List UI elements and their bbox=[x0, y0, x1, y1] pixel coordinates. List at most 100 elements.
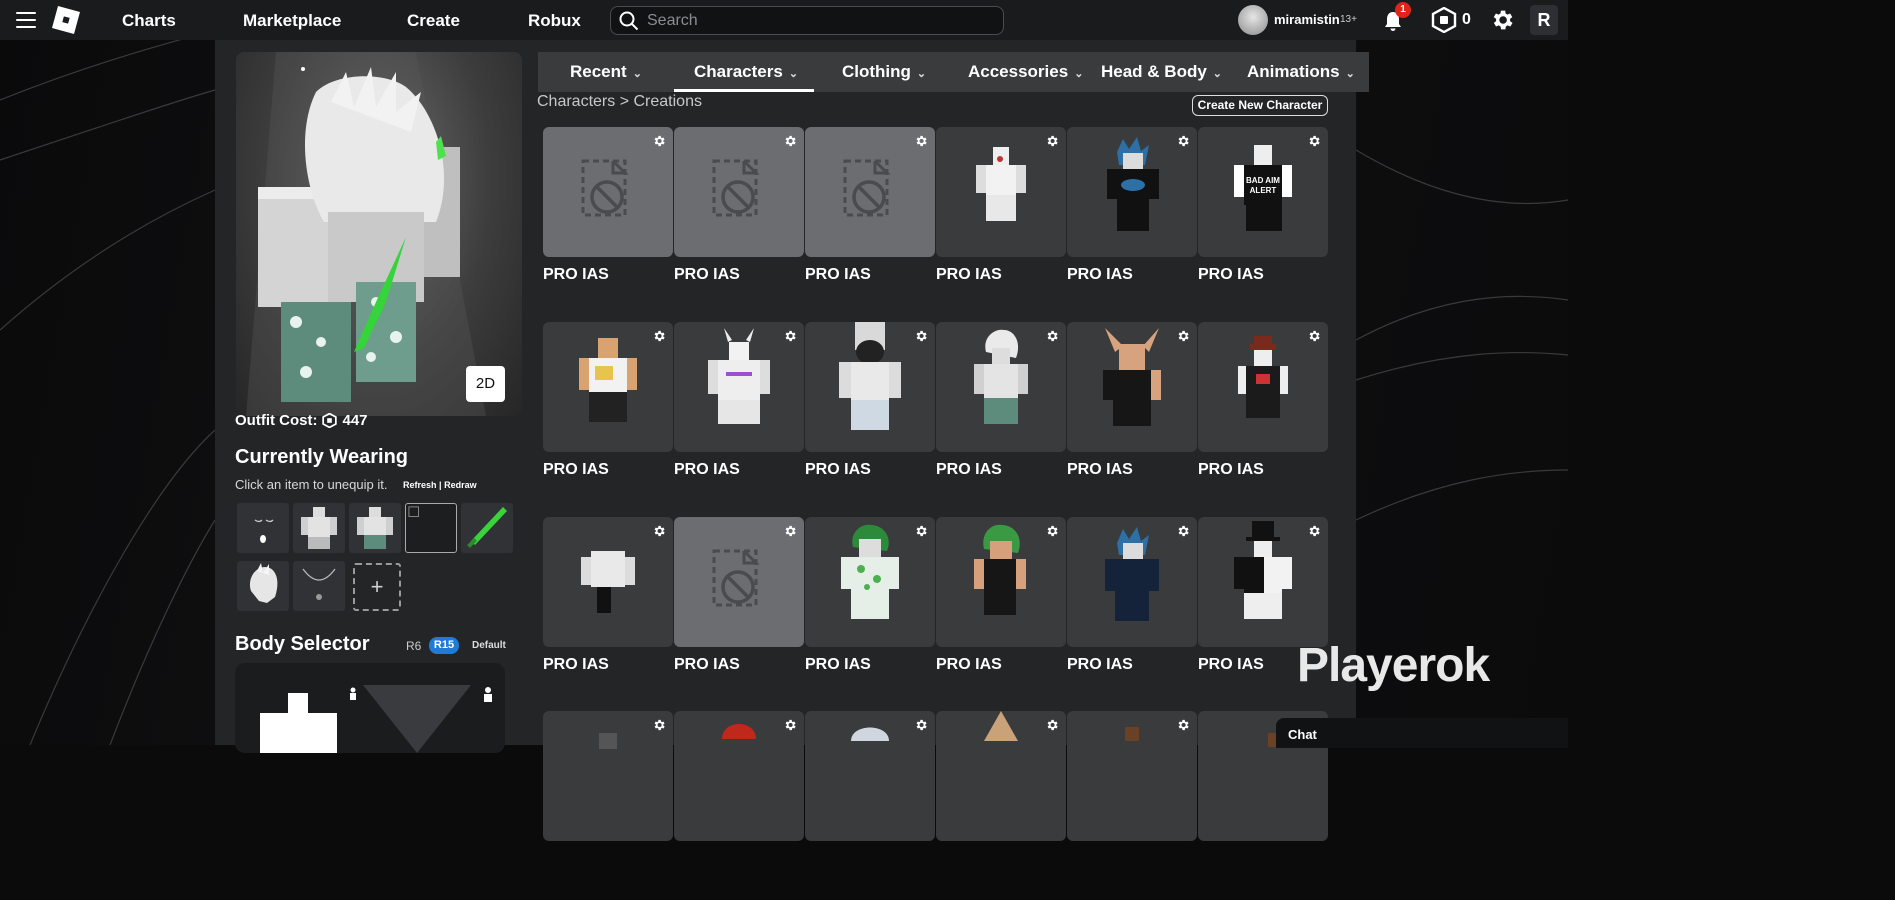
gear-icon[interactable] bbox=[1307, 134, 1321, 148]
character-card[interactable] bbox=[1067, 322, 1197, 452]
gear-icon[interactable] bbox=[783, 134, 797, 148]
username[interactable]: miramistin bbox=[1274, 12, 1340, 27]
character-card[interactable] bbox=[936, 711, 1066, 841]
view-2d-toggle-button[interactable]: 2D bbox=[466, 366, 505, 402]
gear-icon[interactable] bbox=[914, 524, 928, 538]
character-card[interactable] bbox=[936, 322, 1066, 452]
gear-icon[interactable] bbox=[914, 718, 928, 732]
gear-icon[interactable] bbox=[652, 329, 666, 343]
character-card[interactable] bbox=[543, 322, 673, 452]
tab-accessories[interactable]: Accessories ⌄ bbox=[968, 62, 1083, 82]
character-name[interactable]: PRO IAS bbox=[1067, 461, 1133, 479]
gear-icon[interactable] bbox=[1307, 329, 1321, 343]
character-card[interactable] bbox=[674, 322, 804, 452]
body-selector-panel[interactable] bbox=[235, 663, 505, 753]
robux-icon[interactable] bbox=[1431, 7, 1457, 33]
character-name[interactable]: PRO IAS bbox=[674, 461, 740, 479]
avatar-3d-preview[interactable] bbox=[236, 52, 522, 416]
character-card[interactable] bbox=[1198, 322, 1328, 452]
default-body-button[interactable]: Default bbox=[472, 640, 506, 651]
character-card[interactable] bbox=[805, 322, 935, 452]
roblox-logo-icon[interactable] bbox=[51, 5, 81, 35]
character-name[interactable]: PRO IAS bbox=[674, 656, 740, 674]
character-card[interactable] bbox=[1067, 127, 1197, 257]
gear-icon[interactable] bbox=[1176, 329, 1190, 343]
character-card[interactable] bbox=[543, 517, 673, 647]
character-card[interactable] bbox=[805, 711, 935, 841]
gear-icon[interactable] bbox=[914, 134, 928, 148]
character-card[interactable]: BAD AIM ALERT bbox=[1198, 127, 1328, 257]
worn-item-shirt[interactable] bbox=[293, 503, 345, 553]
gear-icon[interactable] bbox=[652, 524, 666, 538]
tab-animations[interactable]: Animations ⌄ bbox=[1247, 62, 1355, 82]
character-name[interactable]: PRO IAS bbox=[543, 461, 609, 479]
refresh-link[interactable]: Refresh bbox=[403, 480, 437, 490]
gear-icon[interactable] bbox=[652, 134, 666, 148]
worn-item-hair[interactable] bbox=[237, 561, 289, 611]
worn-item-sword[interactable] bbox=[461, 503, 513, 553]
character-card[interactable] bbox=[543, 711, 673, 841]
gear-icon[interactable] bbox=[1045, 524, 1059, 538]
gear-icon[interactable] bbox=[1045, 329, 1059, 343]
character-card[interactable] bbox=[674, 127, 804, 257]
character-card[interactable] bbox=[674, 517, 804, 647]
settings-gear-icon[interactable] bbox=[1489, 7, 1515, 33]
character-card[interactable] bbox=[805, 127, 935, 257]
menu-icon[interactable] bbox=[16, 12, 36, 28]
user-avatar[interactable] bbox=[1238, 5, 1268, 35]
gear-icon[interactable] bbox=[1176, 524, 1190, 538]
character-name[interactable]: PRO IAS bbox=[674, 266, 740, 284]
extension-icon[interactable]: R bbox=[1530, 5, 1558, 35]
character-name[interactable]: PRO IAS bbox=[543, 656, 609, 674]
gear-icon[interactable] bbox=[1045, 134, 1059, 148]
character-name[interactable]: PRO IAS bbox=[543, 266, 609, 284]
character-name[interactable]: PRO IAS bbox=[1067, 656, 1133, 674]
character-name[interactable]: PRO IAS bbox=[1198, 461, 1264, 479]
character-name[interactable]: PRO IAS bbox=[805, 656, 871, 674]
gear-icon[interactable] bbox=[652, 718, 666, 732]
character-name[interactable]: PRO IAS bbox=[805, 266, 871, 284]
tab-head-and-body[interactable]: Head & Body ⌄ bbox=[1101, 62, 1222, 82]
breadcrumb-root[interactable]: Characters bbox=[537, 93, 615, 110]
worn-item-necklace[interactable] bbox=[293, 561, 345, 611]
character-card[interactable] bbox=[1067, 517, 1197, 647]
gear-icon[interactable] bbox=[783, 329, 797, 343]
chat-tab[interactable]: Chat bbox=[1276, 718, 1568, 748]
gear-icon[interactable] bbox=[1176, 718, 1190, 732]
redraw-link[interactable]: Redraw bbox=[444, 480, 477, 490]
character-card[interactable] bbox=[543, 127, 673, 257]
create-new-character-button[interactable]: Create New Character bbox=[1192, 95, 1328, 116]
gear-icon[interactable] bbox=[1307, 524, 1321, 538]
search-input[interactable] bbox=[647, 11, 987, 30]
robux-balance[interactable]: 0 bbox=[1462, 11, 1471, 29]
character-name[interactable]: PRO IAS bbox=[936, 266, 1002, 284]
gear-icon[interactable] bbox=[914, 329, 928, 343]
tab-clothing[interactable]: Clothing ⌄ bbox=[842, 62, 926, 82]
nav-link-create[interactable]: Create bbox=[407, 11, 460, 31]
gear-icon[interactable] bbox=[1176, 134, 1190, 148]
add-item-button[interactable]: + bbox=[353, 563, 401, 611]
character-card[interactable] bbox=[1198, 517, 1328, 647]
nav-link-robux[interactable]: Robux bbox=[528, 11, 581, 31]
character-name[interactable]: PRO IAS bbox=[936, 656, 1002, 674]
nav-link-charts[interactable]: Charts bbox=[122, 11, 176, 31]
character-name[interactable]: PRO IAS bbox=[1198, 656, 1264, 674]
character-card[interactable] bbox=[1067, 711, 1197, 841]
character-card[interactable] bbox=[936, 517, 1066, 647]
character-card[interactable] bbox=[674, 711, 804, 841]
gear-icon[interactable] bbox=[1045, 718, 1059, 732]
rig-option-r6[interactable]: R6 bbox=[406, 639, 421, 653]
tab-characters[interactable]: Characters ⌄ bbox=[694, 62, 798, 82]
tab-recent[interactable]: Recent ⌄ bbox=[570, 62, 642, 82]
character-card[interactable] bbox=[805, 517, 935, 647]
worn-item-pants[interactable] bbox=[349, 503, 401, 553]
character-name[interactable]: PRO IAS bbox=[805, 461, 871, 479]
rig-option-r15[interactable]: R15 bbox=[429, 637, 459, 654]
worn-item-face[interactable] bbox=[237, 503, 289, 553]
nav-link-marketplace[interactable]: Marketplace bbox=[243, 11, 341, 31]
character-name[interactable]: PRO IAS bbox=[936, 461, 1002, 479]
character-card[interactable] bbox=[936, 127, 1066, 257]
character-name[interactable]: PRO IAS bbox=[1198, 266, 1264, 284]
character-name[interactable]: PRO IAS bbox=[1067, 266, 1133, 284]
gear-icon[interactable] bbox=[783, 524, 797, 538]
